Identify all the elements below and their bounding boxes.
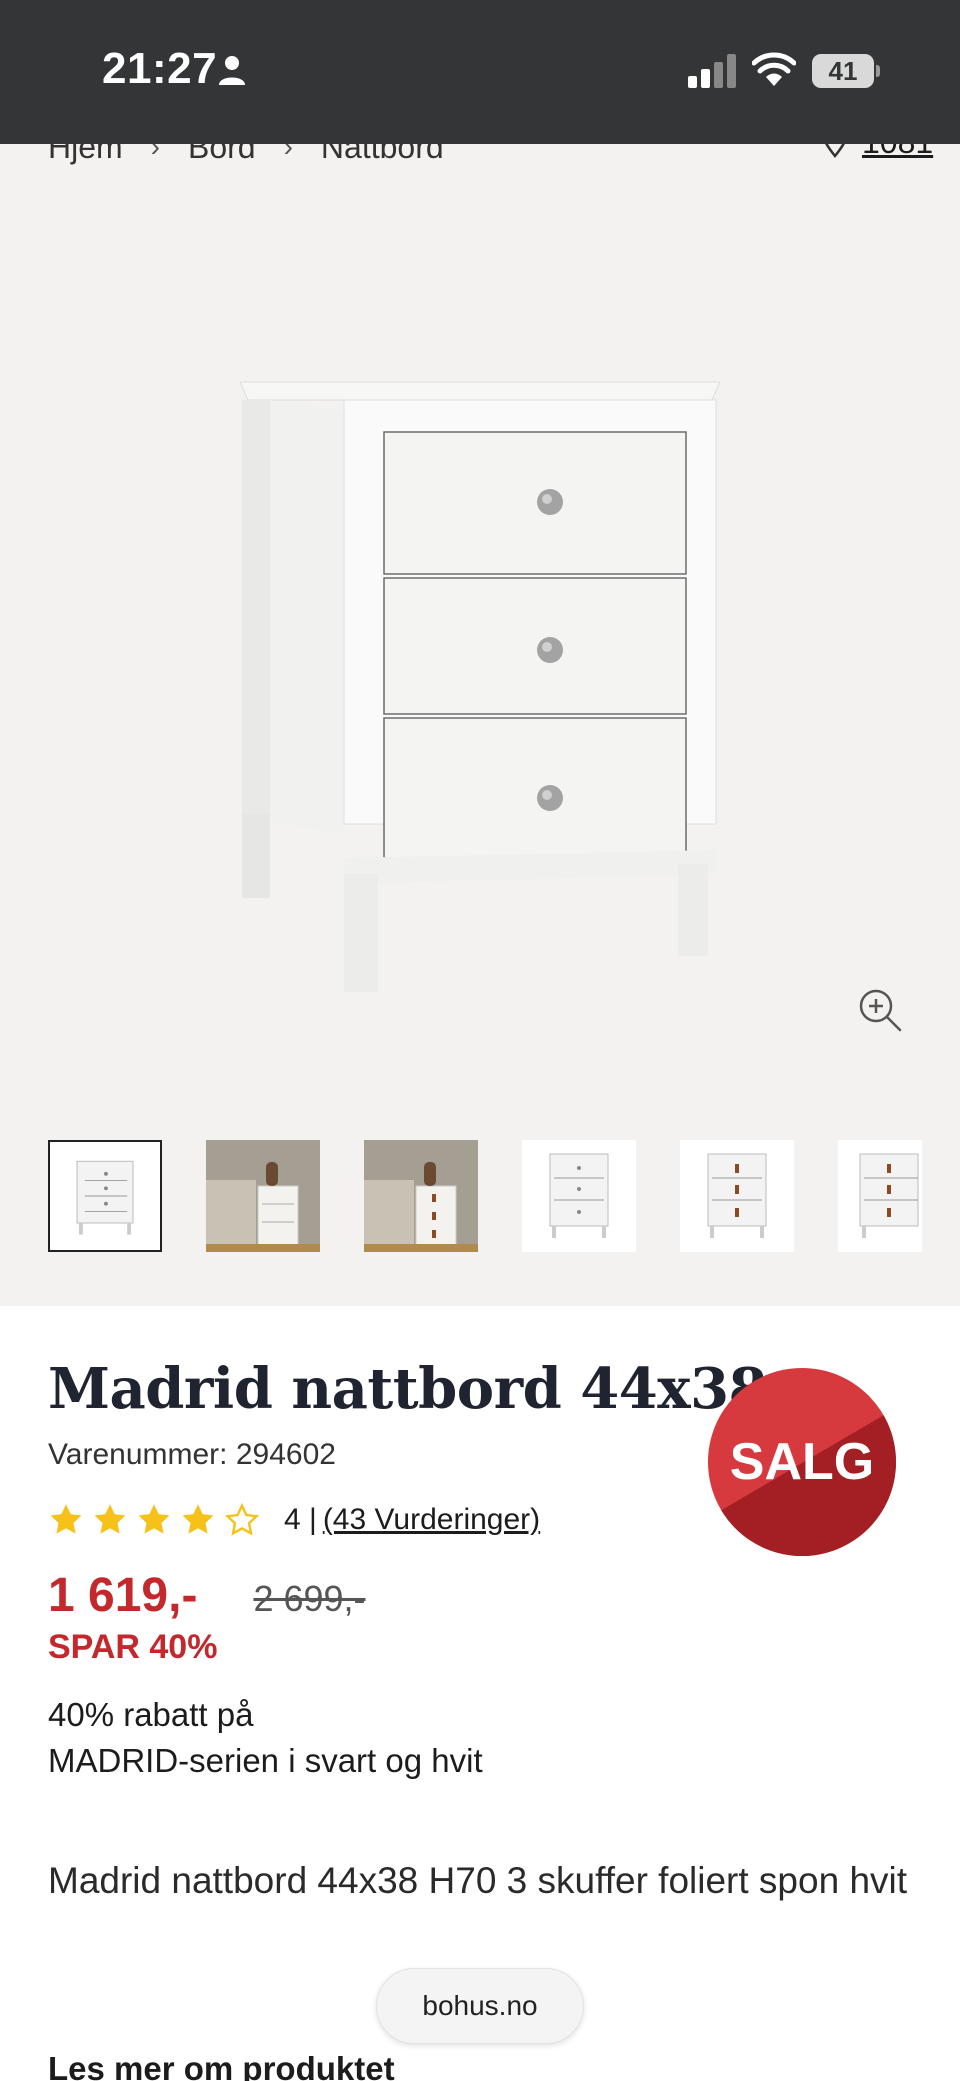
rating-score: 4 | <box>284 1503 317 1536</box>
product-gallery: Hjem › Bord › Nattbord 1081 <box>0 144 960 1306</box>
promo-line-2: MADRID-serien i svart og hvit <box>48 1742 483 1779</box>
promo-text: 40% rabatt på MADRID-serien i svart og h… <box>48 1692 483 1784</box>
breadcrumb: Hjem › Bord › Nattbord <box>48 144 472 172</box>
thumbnail-image <box>859 1153 919 1238</box>
thumbnail-2[interactable] <box>206 1140 320 1252</box>
chevron-right-icon: › <box>150 144 160 162</box>
price-row: 1 619,- 2 699,- <box>48 1568 366 1623</box>
thumbnail-strip <box>48 1140 922 1260</box>
store-selector[interactable]: 1081 <box>822 144 933 161</box>
product-info: Madrid nattbord 44x38 Varenummer: 294602… <box>0 1306 960 2081</box>
star-filled-icon <box>138 1504 170 1534</box>
store-number: 1081 <box>862 144 933 161</box>
thumbnail-image <box>206 1140 320 1252</box>
rating-stars <box>48 1502 260 1538</box>
promo-line-1: 40% rabatt på <box>48 1696 254 1733</box>
star-filled-icon <box>94 1504 126 1534</box>
thumbnail-image <box>76 1160 134 1235</box>
status-time: 21:27 <box>102 44 218 93</box>
chevron-right-icon: › <box>283 144 293 162</box>
thumbnail-6[interactable] <box>838 1140 922 1252</box>
thumbnail-3[interactable] <box>364 1140 478 1252</box>
breadcrumb-nattbord[interactable]: Nattbord <box>321 144 444 166</box>
wifi-icon <box>752 52 796 86</box>
breadcrumb-bord[interactable]: Bord <box>188 144 256 166</box>
star-empty-icon <box>224 1502 260 1536</box>
thumbnail-4[interactable] <box>522 1140 636 1252</box>
current-price: 1 619,- <box>48 1569 198 1622</box>
cellular-signal-icon <box>688 54 736 88</box>
thumbnail-image <box>707 1153 767 1238</box>
discount-label: SPAR 40% <box>48 1628 218 1666</box>
thumbnail-image <box>549 1153 609 1238</box>
sale-badge: SALG <box>708 1368 896 1556</box>
read-more-link[interactable]: Les mer om produktet <box>48 2050 395 2081</box>
battery-icon: 41 <box>812 54 880 90</box>
thumbnail-image <box>364 1140 478 1252</box>
product-description: Madrid nattbord 44x38 H70 3 skuffer foli… <box>48 1860 908 1901</box>
star-filled-icon <box>50 1504 82 1534</box>
star-filled-icon <box>182 1504 214 1534</box>
sale-badge-label: SALG <box>729 1433 875 1491</box>
location-pin-icon <box>825 144 845 158</box>
product-title: Madrid nattbord 44x38 <box>48 1356 768 1422</box>
product-sku: Varenummer: 294602 <box>48 1438 336 1471</box>
breadcrumb-home[interactable]: Hjem <box>48 144 123 166</box>
reviews-link[interactable]: (43 Vurderinger) <box>323 1503 540 1537</box>
status-bar: 21:27 41 <box>0 0 960 144</box>
product-main-image[interactable] <box>230 294 730 994</box>
person-icon <box>219 56 245 85</box>
thumbnail-1[interactable] <box>48 1140 162 1252</box>
product-rating: 4 | (43 Vurderinger) <box>48 1502 540 1538</box>
browser-url-pill[interactable]: bohus.no <box>376 1968 584 2044</box>
zoom-in-icon[interactable] <box>856 986 904 1034</box>
thumbnail-5[interactable] <box>680 1140 794 1252</box>
original-price: 2 699,- <box>253 1578 366 1619</box>
battery-level: 41 <box>812 54 874 88</box>
